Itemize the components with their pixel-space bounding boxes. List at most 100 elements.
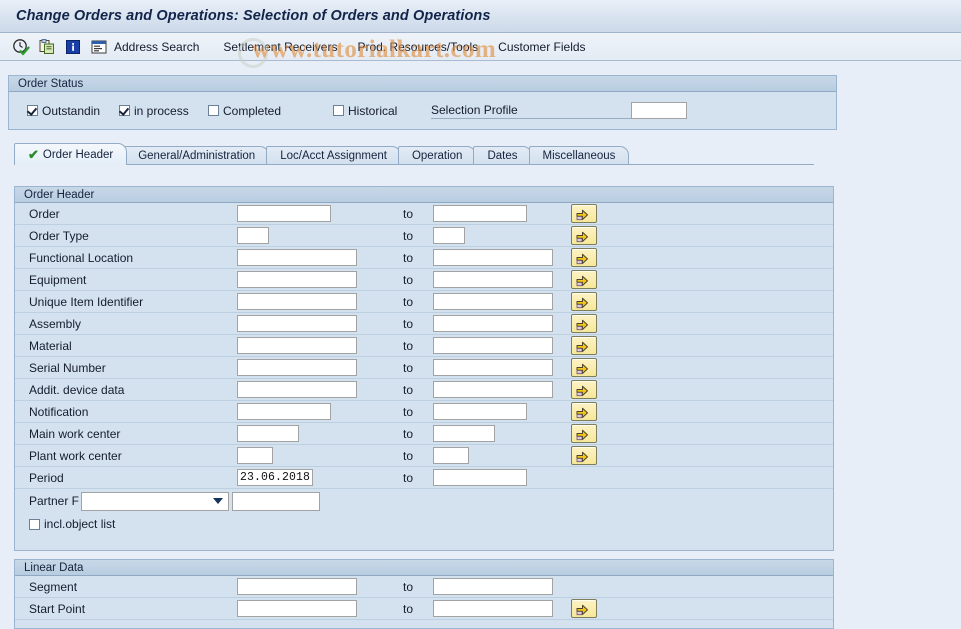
input-assembly-to[interactable] <box>433 315 553 332</box>
checkbox-historical-box[interactable] <box>333 105 344 116</box>
input-unique-item-identifier-to[interactable] <box>433 293 553 310</box>
input-order-to[interactable] <box>433 205 527 222</box>
menu-settlement-receivers[interactable]: Settlement Receivers <box>223 40 337 54</box>
status-checkbox-historical[interactable]: Historical <box>333 104 423 118</box>
input-addit-device-data-from[interactable] <box>237 381 357 398</box>
from-slot <box>237 337 389 354</box>
input-material-to[interactable] <box>433 337 553 354</box>
input-segment-to[interactable] <box>433 578 553 595</box>
tab-loc-acct-assignment[interactable]: Loc/Acct Assignment <box>266 146 401 165</box>
input-functional-location-from[interactable] <box>237 249 357 266</box>
from-slot <box>237 205 389 222</box>
multi-selection-button-order[interactable] <box>571 204 597 223</box>
to-slot <box>433 447 563 464</box>
address-search-icon[interactable] <box>88 37 109 57</box>
to-separator-label: to <box>389 405 433 419</box>
input-material-from[interactable] <box>237 337 357 354</box>
status-checkbox-completed[interactable]: Completed <box>208 104 333 118</box>
multi-selection-arrow-icon <box>576 295 593 309</box>
input-functional-location-to[interactable] <box>433 249 553 266</box>
status-checkbox-in-process[interactable]: in process <box>119 104 208 118</box>
input-start-point-from[interactable] <box>237 600 357 617</box>
multi-selection-button-functional-location[interactable] <box>571 248 597 267</box>
input-equipment-to[interactable] <box>433 271 553 288</box>
menu-customer-fields[interactable]: Customer Fields <box>498 40 585 54</box>
incl-object-list-row[interactable]: incl.object list <box>15 513 833 535</box>
checkbox-completed-label: Completed <box>223 104 281 118</box>
multi-selection-button-unique-item-identifier[interactable] <box>571 292 597 311</box>
input-notification-to[interactable] <box>433 403 527 420</box>
checkbox-outstanding-box[interactable] <box>27 105 38 116</box>
label-assembly: Assembly <box>15 317 237 331</box>
input-start-point-to[interactable] <box>433 600 553 617</box>
tab-miscellaneous[interactable]: Miscellaneous <box>529 146 630 165</box>
checkbox-completed-box[interactable] <box>208 105 219 116</box>
tab-general-administration[interactable]: General/Administration <box>124 146 269 165</box>
selection-profile-label: Selection Profile <box>431 103 518 119</box>
multi-selection-button-equipment[interactable] <box>571 270 597 289</box>
input-addit-device-data-to[interactable] <box>433 381 553 398</box>
label-serial-number: Serial Number <box>15 361 237 375</box>
tab-operation[interactable]: Operation <box>398 146 477 165</box>
field-row-notification: Notificationto <box>15 401 833 423</box>
partner-function-input[interactable] <box>232 492 320 511</box>
input-order-from[interactable] <box>237 205 331 222</box>
field-row-assembly: Assemblyto <box>15 313 833 335</box>
input-serial-number-to[interactable] <box>433 359 553 376</box>
input-notification-from[interactable] <box>237 403 331 420</box>
info-icon[interactable] <box>62 37 83 57</box>
status-checkbox-outstanding[interactable]: Outstandin <box>27 104 119 118</box>
label-unique-item-identifier: Unique Item Identifier <box>15 295 237 309</box>
input-plant-work-center-from[interactable] <box>237 447 273 464</box>
input-period-to[interactable] <box>433 469 527 486</box>
input-serial-number-from[interactable] <box>237 359 357 376</box>
input-equipment-from[interactable] <box>237 271 357 288</box>
tab-label: Operation <box>412 150 463 162</box>
multi-selection-button-addit-device-data[interactable] <box>571 380 597 399</box>
multi-selection-arrow-icon <box>576 427 593 441</box>
label-functional-location: Functional Location <box>15 251 237 265</box>
selection-profile-input[interactable] <box>631 102 687 119</box>
to-separator-label: to <box>389 361 433 375</box>
partner-function-dropdown[interactable] <box>81 492 229 511</box>
tab-order-header[interactable]: ✔Order Header <box>14 143 127 165</box>
menu-prod-resources-tools[interactable]: Prod. Resources/Tools <box>357 40 478 54</box>
input-period-from[interactable] <box>237 469 313 486</box>
field-row-serial-number: Serial Number to <box>15 357 833 379</box>
input-order-type-to[interactable] <box>433 227 465 244</box>
multi-selection-button-material[interactable] <box>571 336 597 355</box>
multi-selection-button-notification[interactable] <box>571 402 597 421</box>
multi-selection-button-assembly[interactable] <box>571 314 597 333</box>
tab-label: Dates <box>487 150 517 162</box>
input-segment-from[interactable] <box>237 578 357 595</box>
input-main-work-center-from[interactable] <box>237 425 299 442</box>
checkbox-outstanding-label: Outstandin <box>42 104 100 118</box>
checkbox-incl-object-list-box[interactable] <box>29 519 40 530</box>
linear-data-group-title: Linear Data <box>15 560 833 576</box>
multi-selection-button-plant-work-center[interactable] <box>571 446 597 465</box>
tab-dates[interactable]: Dates <box>473 146 531 165</box>
input-unique-item-identifier-from[interactable] <box>237 293 357 310</box>
field-row-main-work-center: Main work centerto <box>15 423 833 445</box>
to-separator-label: to <box>389 295 433 309</box>
to-separator-label: to <box>389 449 433 463</box>
input-assembly-from[interactable] <box>237 315 357 332</box>
input-order-type-from[interactable] <box>237 227 269 244</box>
input-main-work-center-to[interactable] <box>433 425 495 442</box>
multi-selection-button-serial-number[interactable] <box>571 358 597 377</box>
execute-clock-icon[interactable] <box>10 37 31 57</box>
to-separator-label: to <box>389 339 433 353</box>
tab-label: General/Administration <box>138 150 255 162</box>
copy-icon[interactable] <box>36 37 57 57</box>
address-search-button[interactable]: Address Search <box>114 40 199 54</box>
input-plant-work-center-to[interactable] <box>433 447 469 464</box>
multi-selection-button-main-work-center[interactable] <box>571 424 597 443</box>
multi-selection-button-order-type[interactable] <box>571 226 597 245</box>
to-separator-label: to <box>389 273 433 287</box>
to-separator-label: to <box>389 427 433 441</box>
checkbox-in-process-box[interactable] <box>119 105 130 116</box>
label-order: Order <box>15 207 237 221</box>
to-slot <box>433 469 563 486</box>
multi-selection-button-start-point[interactable] <box>571 599 597 618</box>
multi-selection-arrow-icon <box>576 602 593 616</box>
